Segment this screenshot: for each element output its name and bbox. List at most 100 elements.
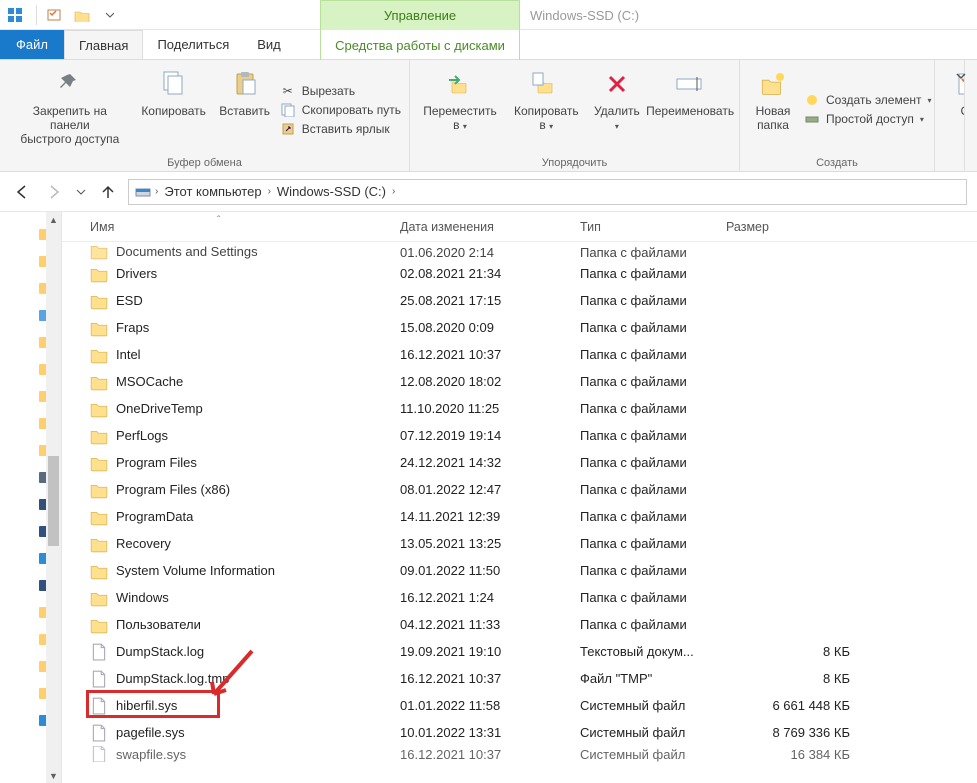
pin-icon <box>54 68 86 100</box>
tree-scrollbar[interactable]: ▲ ▼ <box>46 212 61 783</box>
ribbon-collapse-icon[interactable] <box>951 66 971 86</box>
file-date: 19.09.2021 19:10 <box>392 644 572 659</box>
tab-view[interactable]: Вид <box>243 30 295 59</box>
pin-quickaccess-button[interactable]: Закрепить на панели быстрого доступа <box>8 64 132 155</box>
table-row[interactable]: Recovery13.05.2021 13:25Папка с файлами <box>62 530 977 557</box>
table-row[interactable]: swapfile.sys16.12.2021 10:37Системный фа… <box>62 746 977 762</box>
paste-shortcut-button[interactable]: Вставить ярлык <box>280 121 401 137</box>
qat-newfolder-icon[interactable] <box>71 4 93 26</box>
move-to-button[interactable]: Переместить в ▾ <box>418 64 502 155</box>
table-row[interactable]: pagefile.sys10.01.2022 13:31Системный фа… <box>62 719 977 746</box>
file-type: Текстовый докум... <box>572 644 718 659</box>
copyto-icon <box>530 68 562 100</box>
manage-contextual-tab[interactable]: Управление <box>320 0 520 30</box>
tab-home[interactable]: Главная <box>64 30 143 59</box>
scroll-down-icon[interactable]: ▼ <box>46 768 61 783</box>
file-name: System Volume Information <box>116 563 275 578</box>
file-name: swapfile.sys <box>116 747 186 762</box>
folder-icon <box>90 481 108 499</box>
file-date: 16.12.2021 10:37 <box>392 671 572 686</box>
table-row[interactable]: ProgramData14.11.2021 12:39Папка с файла… <box>62 503 977 530</box>
folder-icon <box>90 346 108 364</box>
qat-properties-icon[interactable] <box>43 4 65 26</box>
paste-button[interactable]: Вставить <box>216 64 274 155</box>
table-row[interactable]: Documents and Settings01.06.2020 2:14Пап… <box>62 242 977 260</box>
file-date: 02.08.2021 21:34 <box>392 266 572 281</box>
file-icon <box>90 670 108 688</box>
file-size: 8 769 336 КБ <box>718 725 858 740</box>
col-date[interactable]: Дата изменения <box>392 220 572 234</box>
file-name: ProgramData <box>116 509 193 524</box>
addressbar: › Этот компьютер › Windows-SSD (C:) › <box>0 172 977 212</box>
scroll-thumb[interactable] <box>48 456 59 546</box>
col-name[interactable]: Имяˆ <box>62 220 392 234</box>
copy-icon <box>158 68 190 100</box>
table-row[interactable]: Program Files24.12.2021 14:32Папка с фай… <box>62 449 977 476</box>
table-row[interactable]: Program Files (x86)08.01.2022 12:47Папка… <box>62 476 977 503</box>
table-row[interactable]: Пользователи04.12.2021 11:33Папка с файл… <box>62 611 977 638</box>
table-row[interactable]: OneDriveTemp11.10.2020 11:25Папка с файл… <box>62 395 977 422</box>
scroll-up-icon[interactable]: ▲ <box>46 212 61 227</box>
file-name: DumpStack.log <box>116 644 204 659</box>
explorer-icon <box>0 7 30 23</box>
file-type: Папка с файлами <box>572 347 718 362</box>
easy-access-button[interactable]: Простой доступ ▾ <box>804 111 932 127</box>
newfolder-icon <box>757 68 789 100</box>
table-row[interactable]: PerfLogs07.12.2019 19:14Папка с файлами <box>62 422 977 449</box>
file-name: Fraps <box>116 320 149 335</box>
table-row[interactable]: Intel16.12.2021 10:37Папка с файлами <box>62 341 977 368</box>
copy-button[interactable]: Копировать <box>138 64 210 155</box>
table-row[interactable]: MSOCache12.08.2020 18:02Папка с файлами <box>62 368 977 395</box>
table-row[interactable]: DumpStack.log.tmp16.12.2021 10:37Файл "T… <box>62 665 977 692</box>
breadcrumb[interactable]: › Этот компьютер › Windows-SSD (C:) › <box>128 179 967 205</box>
folder-icon <box>90 242 108 260</box>
table-row[interactable]: Drivers02.08.2021 21:34Папка с файлами <box>62 260 977 287</box>
table-row[interactable]: DumpStack.log 19.09.2021 19:10Текстовый д… <box>62 638 977 665</box>
titlebar: Управление Windows-SSD (C:) <box>0 0 977 30</box>
new-folder-button[interactable]: Новая папка <box>748 64 798 155</box>
file-size: 8 КБ <box>718 644 858 659</box>
file-date: 04.12.2021 11:33 <box>392 617 572 632</box>
col-type[interactable]: Тип <box>572 220 718 234</box>
window-title: Windows-SSD (C:) <box>530 0 639 30</box>
file-type: Папка с файлами <box>572 401 718 416</box>
table-row[interactable]: hiberfil.sys01.01.2022 11:58Системный фа… <box>62 692 977 719</box>
nav-tree[interactable]: ▲ ▼ <box>0 212 62 783</box>
table-row[interactable]: System Volume Information09.01.2022 11:5… <box>62 557 977 584</box>
breadcrumb-root[interactable]: Этот компьютер <box>160 184 265 199</box>
nav-back-button[interactable] <box>10 180 34 204</box>
file-type: Папка с файлами <box>572 455 718 470</box>
file-type: Папка с файлами <box>572 590 718 605</box>
file-name: OneDriveTemp <box>116 401 203 416</box>
file-type: Папка с файлами <box>572 617 718 632</box>
folder-icon <box>90 562 108 580</box>
folder-icon <box>90 292 108 310</box>
delete-button[interactable]: Удалить ▾ <box>591 64 644 155</box>
breadcrumb-drive[interactable]: Windows-SSD (C:) <box>273 184 390 199</box>
qat-dropdown-icon[interactable] <box>99 4 121 26</box>
file-date: 12.08.2020 18:02 <box>392 374 572 389</box>
tab-share[interactable]: Поделиться <box>143 30 243 59</box>
file-type: Папка с файлами <box>572 563 718 578</box>
column-headers: Имяˆ Дата изменения Тип Размер <box>62 212 977 242</box>
newitem-icon <box>804 92 820 108</box>
table-row[interactable]: Fraps15.08.2020 0:09Папка с файлами <box>62 314 977 341</box>
table-row[interactable]: Windows16.12.2021 1:24Папка с файлами <box>62 584 977 611</box>
col-size[interactable]: Размер <box>718 220 858 234</box>
file-name: Windows <box>116 590 169 605</box>
table-row[interactable]: ESD25.08.2021 17:15Папка с файлами <box>62 287 977 314</box>
file-name: MSOCache <box>116 374 183 389</box>
nav-recent-dropdown[interactable] <box>74 180 88 204</box>
tab-file[interactable]: Файл <box>0 30 64 59</box>
tab-drive-tools[interactable]: Средства работы с дисками <box>320 30 520 60</box>
nav-up-button[interactable] <box>96 180 120 204</box>
cut-button[interactable]: ✂Вырезать <box>280 83 401 99</box>
copy-to-button[interactable]: Копировать в ▾ <box>508 64 585 155</box>
rename-button[interactable]: Переименовать <box>649 64 731 155</box>
nav-forward-button[interactable] <box>42 180 66 204</box>
ribbon: Закрепить на панели быстрого доступа Коп… <box>0 60 977 172</box>
file-date: 01.01.2022 11:58 <box>392 698 572 713</box>
new-item-button[interactable]: Создать элемент ▾ <box>804 92 932 108</box>
copy-path-button[interactable]: Скопировать путь <box>280 102 401 118</box>
file-name: Intel <box>116 347 141 362</box>
